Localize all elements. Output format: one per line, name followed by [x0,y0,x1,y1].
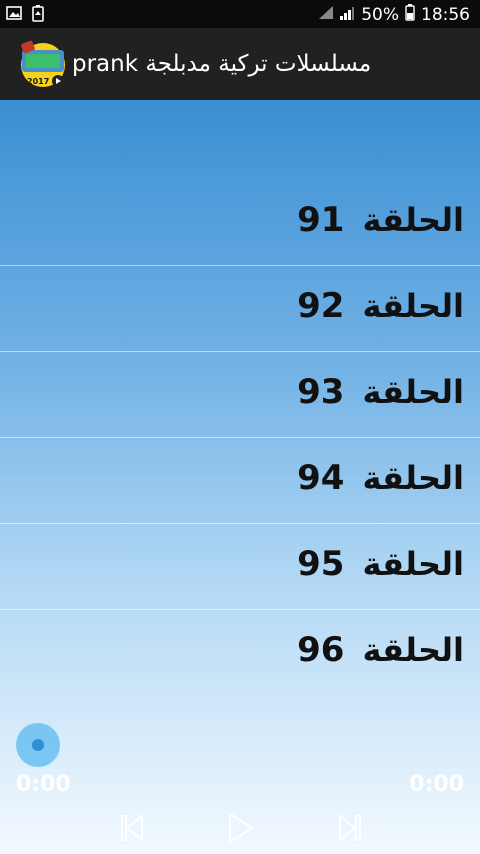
seek-bar-thumb[interactable] [16,723,60,767]
app-title: مسلسلات تركية مدبلجة prank [72,51,372,77]
list-item[interactable]: الحلقة 92 [0,266,480,352]
list-item[interactable]: الحلقة 91 [0,180,480,266]
previous-button[interactable] [112,808,152,848]
list-item[interactable]: الحلقة 96 [0,610,480,695]
play-button[interactable] [220,808,260,848]
episode-number: 95 [297,544,345,584]
status-bar: 50% 18:56 [0,0,480,28]
seek-thumb-dot [32,739,44,751]
previous-icon [121,815,143,841]
battery-percent: 50% [361,5,399,25]
episode-label: الحلقة [362,631,464,669]
episode-label: الحلقة [362,287,464,325]
episode-label: الحلقة [362,201,464,239]
gallery-icon [6,5,22,27]
next-icon [339,815,361,841]
current-time: 0:00 [16,772,71,797]
episode-number: 94 [297,458,345,498]
total-time: 0:00 [409,772,464,797]
battery-icon [405,4,415,26]
episode-label: الحلقة [362,545,464,583]
wifi-icon [319,5,334,25]
list-item[interactable]: الحلقة 93 [0,352,480,438]
player-controls [0,808,480,848]
app-bar: 2017 مسلسلات تركية مدبلجة prank [0,28,480,100]
episode-number: 96 [297,630,345,670]
episode-list-container: الحلقة 91 الحلقة 92 الحلقة 93 الحلقة 94 [0,100,480,854]
list-item[interactable]: الحلقة 95 [0,524,480,610]
list-item[interactable]: الحلقة 94 [0,438,480,524]
episode-number: 93 [297,372,345,412]
app-icon[interactable]: 2017 [18,40,68,90]
episode-number: 91 [297,200,345,240]
signal-icon [339,5,355,26]
play-icon [229,813,253,843]
battery-saver-icon [32,5,44,27]
episode-list: الحلقة 91 الحلقة 92 الحلقة 93 الحلقة 94 [0,180,480,695]
status-time: 18:56 [421,5,470,25]
next-button[interactable] [330,808,370,848]
episode-label: الحلقة [362,373,464,411]
episode-number: 92 [297,286,345,326]
svg-text:2017: 2017 [27,77,49,86]
episode-label: الحلقة [362,459,464,497]
